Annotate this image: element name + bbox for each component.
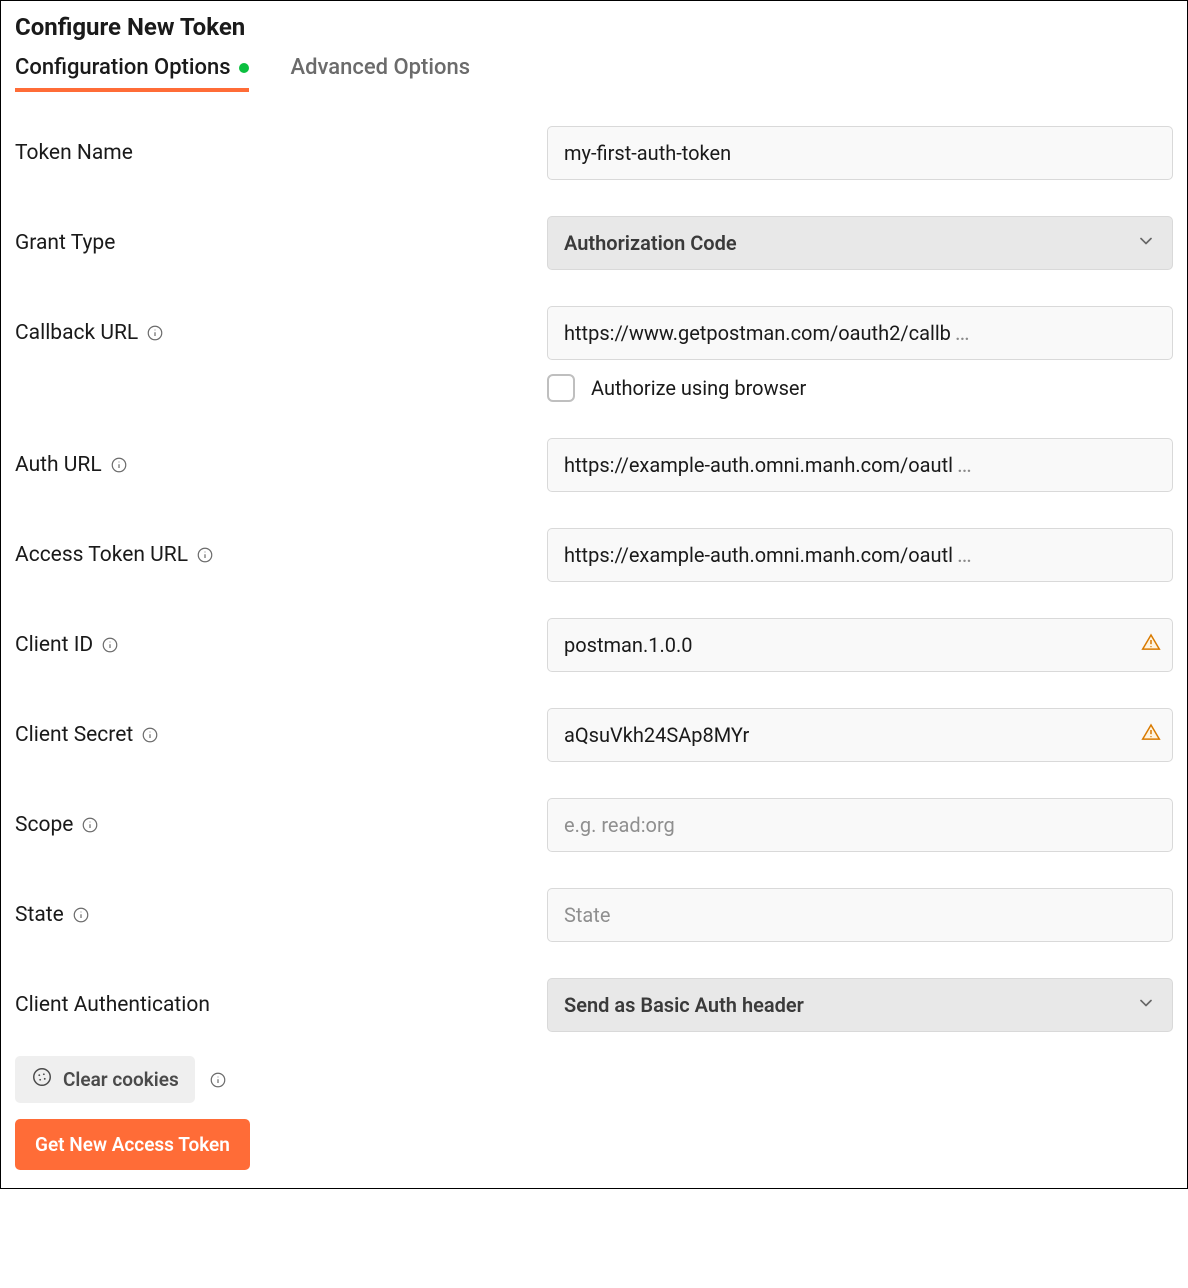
configure-token-panel: Configure New Token Configuration Option… bbox=[0, 0, 1188, 1189]
control-client-secret bbox=[547, 708, 1173, 762]
warning-icon bbox=[1141, 723, 1161, 748]
info-icon[interactable] bbox=[196, 546, 214, 564]
label-text: Client Secret bbox=[15, 723, 133, 747]
control-token-name bbox=[547, 126, 1173, 180]
authorize-browser-checkbox[interactable] bbox=[547, 374, 575, 402]
info-icon[interactable] bbox=[141, 726, 159, 744]
client-secret-input[interactable] bbox=[547, 708, 1173, 762]
panel-title: Configure New Token bbox=[15, 13, 1173, 41]
control-state bbox=[547, 888, 1173, 942]
label-callback-url: Callback URL bbox=[15, 321, 547, 345]
label-client-auth: Client Authentication bbox=[15, 993, 547, 1017]
label-access-token-url: Access Token URL bbox=[15, 543, 547, 567]
control-client-id bbox=[547, 618, 1173, 672]
ellipsis-icon: … bbox=[957, 453, 973, 478]
row-client-auth: Client Authentication Send as Basic Auth… bbox=[15, 978, 1173, 1032]
scope-input[interactable] bbox=[547, 798, 1173, 852]
callback-url-input[interactable]: https://www.getpostman.com/oauth2/callb… bbox=[547, 306, 1173, 360]
control-scope bbox=[547, 798, 1173, 852]
label-token-name: Token Name bbox=[15, 141, 547, 165]
label-text: Auth URL bbox=[15, 453, 102, 477]
row-access-token-url: Access Token URL https://example-auth.om… bbox=[15, 528, 1173, 582]
get-new-access-token-button[interactable]: Get New Access Token bbox=[15, 1119, 250, 1170]
info-icon[interactable] bbox=[146, 324, 164, 342]
client-id-input[interactable] bbox=[547, 618, 1173, 672]
status-dot-icon bbox=[239, 63, 249, 73]
button-label: Clear cookies bbox=[63, 1068, 179, 1091]
form: Token Name Grant Type Authorization Code bbox=[15, 126, 1173, 1170]
row-callback-url: Callback URL https://www.getpostman.com/… bbox=[15, 306, 1173, 360]
grant-type-select[interactable]: Authorization Code bbox=[547, 216, 1173, 270]
access-token-url-input[interactable]: https://example-auth.omni.manh.com/oautl… bbox=[547, 528, 1173, 582]
select-value: Authorization Code bbox=[564, 231, 737, 255]
label-auth-url: Auth URL bbox=[15, 453, 547, 477]
chevron-down-icon bbox=[1136, 231, 1156, 256]
label-text: Scope bbox=[15, 813, 73, 837]
label-text: Client ID bbox=[15, 633, 93, 657]
state-input[interactable] bbox=[547, 888, 1173, 942]
tab-advanced-options[interactable]: Advanced Options bbox=[291, 55, 470, 92]
input-value: https://www.getpostman.com/oauth2/callb bbox=[564, 321, 951, 345]
warning-icon bbox=[1141, 633, 1161, 658]
checkbox-label: Authorize using browser bbox=[591, 376, 806, 400]
label-scope: Scope bbox=[15, 813, 547, 837]
label-text: Callback URL bbox=[15, 321, 138, 345]
chevron-down-icon bbox=[1136, 993, 1156, 1018]
token-name-input[interactable] bbox=[547, 126, 1173, 180]
label-state: State bbox=[15, 903, 547, 927]
input-value: https://example-auth.omni.manh.com/oautl bbox=[564, 543, 953, 567]
label-client-id: Client ID bbox=[15, 633, 547, 657]
control-callback-url: https://www.getpostman.com/oauth2/callb… bbox=[547, 306, 1173, 360]
row-scope: Scope bbox=[15, 798, 1173, 852]
tab-label: Configuration Options bbox=[15, 55, 231, 80]
control-client-auth: Send as Basic Auth header bbox=[547, 978, 1173, 1032]
row-auth-url: Auth URL https://example-auth.omni.manh.… bbox=[15, 438, 1173, 492]
tab-label: Advanced Options bbox=[291, 55, 470, 80]
actions-row: Clear cookies bbox=[15, 1056, 1173, 1103]
label-text: State bbox=[15, 903, 64, 927]
ellipsis-icon: … bbox=[955, 321, 971, 346]
info-icon[interactable] bbox=[81, 816, 99, 834]
select-value: Send as Basic Auth header bbox=[564, 993, 804, 1017]
label-text: Grant Type bbox=[15, 231, 115, 255]
info-icon[interactable] bbox=[110, 456, 128, 474]
client-auth-select[interactable]: Send as Basic Auth header bbox=[547, 978, 1173, 1032]
control-grant-type: Authorization Code bbox=[547, 216, 1173, 270]
tab-configuration-options[interactable]: Configuration Options bbox=[15, 55, 249, 92]
info-icon[interactable] bbox=[209, 1071, 227, 1089]
label-client-secret: Client Secret bbox=[15, 723, 547, 747]
info-icon[interactable] bbox=[72, 906, 90, 924]
control-auth-url: https://example-auth.omni.manh.com/oautl… bbox=[547, 438, 1173, 492]
label-text: Access Token URL bbox=[15, 543, 188, 567]
row-grant-type: Grant Type Authorization Code bbox=[15, 216, 1173, 270]
ellipsis-icon: … bbox=[957, 543, 973, 568]
tabs: Configuration Options Advanced Options bbox=[15, 55, 1173, 92]
row-state: State bbox=[15, 888, 1173, 942]
input-value: https://example-auth.omni.manh.com/oautl bbox=[564, 453, 953, 477]
button-label: Get New Access Token bbox=[35, 1133, 230, 1156]
label-text: Token Name bbox=[15, 141, 133, 165]
label-grant-type: Grant Type bbox=[15, 231, 547, 255]
clear-cookies-button[interactable]: Clear cookies bbox=[15, 1056, 195, 1103]
row-client-id: Client ID bbox=[15, 618, 1173, 672]
cookie-icon bbox=[31, 1066, 53, 1093]
row-token-name: Token Name bbox=[15, 126, 1173, 180]
auth-url-input[interactable]: https://example-auth.omni.manh.com/oautl… bbox=[547, 438, 1173, 492]
row-authorize-browser: Authorize using browser bbox=[547, 374, 1173, 402]
label-text: Client Authentication bbox=[15, 993, 210, 1017]
info-icon[interactable] bbox=[101, 636, 119, 654]
control-access-token-url: https://example-auth.omni.manh.com/oautl… bbox=[547, 528, 1173, 582]
row-client-secret: Client Secret bbox=[15, 708, 1173, 762]
